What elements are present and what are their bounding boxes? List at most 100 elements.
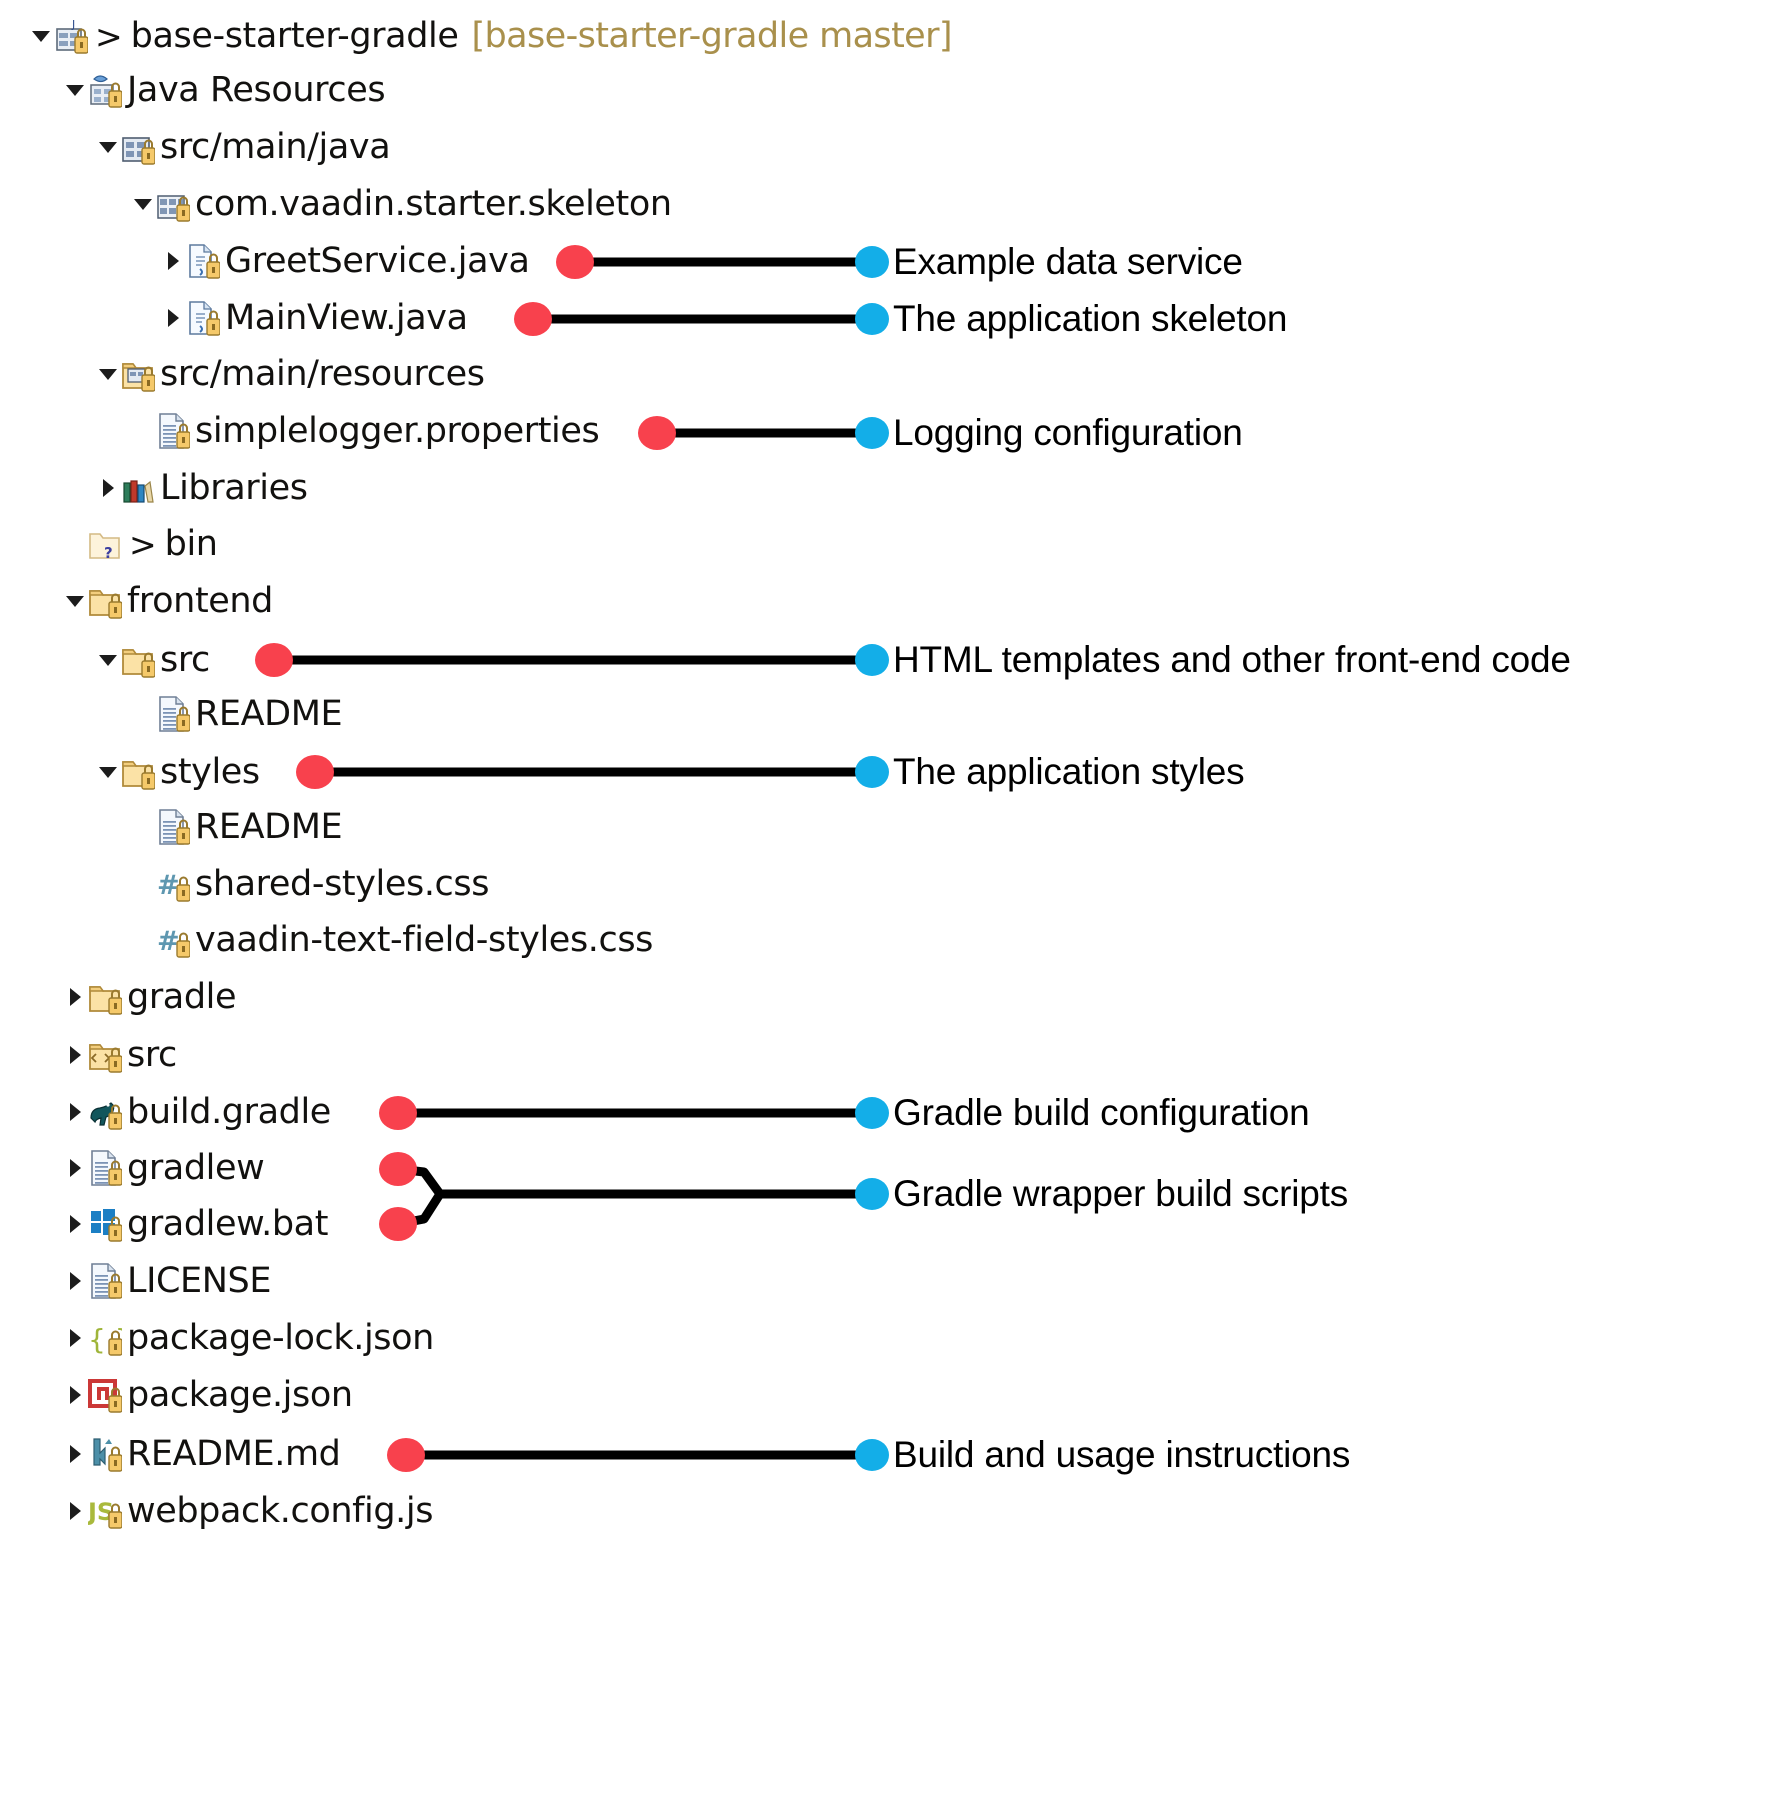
tree-row[interactable]: gradle: [62, 969, 237, 1025]
java-file-icon: [186, 242, 220, 280]
expand-arrow-placeholder: [130, 403, 156, 459]
tree-row[interactable]: MainView.java: [160, 290, 468, 346]
expand-arrow-down-icon[interactable]: [62, 62, 88, 118]
tree-item-label: LICENSE: [127, 1261, 272, 1301]
tree-row[interactable]: frontend: [62, 573, 273, 629]
tree-row[interactable]: simplelogger.properties: [130, 403, 600, 459]
tree-item-label: GreetService.java: [225, 241, 530, 281]
tree-item-label: gradlew: [127, 1148, 265, 1188]
bat-file-icon: [88, 1205, 122, 1243]
svg-text:#: #: [157, 870, 180, 901]
expand-arrow-right-icon[interactable]: [160, 290, 186, 346]
folder-icon: [121, 753, 155, 791]
css-file-icon: #: [156, 865, 190, 903]
git-branch-label: [base-starter-gradle master]: [471, 16, 952, 56]
expand-arrow-right-icon[interactable]: [95, 460, 121, 516]
tree-item-label: README: [195, 694, 343, 734]
tree-row[interactable]: src/main/java: [95, 119, 391, 175]
tree-item-label: frontend: [127, 581, 273, 621]
resource-folder-icon: [121, 355, 155, 393]
tree-row[interactable]: styles: [95, 744, 260, 800]
tree-row[interactable]: # shared-styles.css: [130, 856, 489, 912]
expand-arrow-right-icon[interactable]: [62, 1483, 88, 1539]
annotation-label-application-styles: The application styles: [893, 751, 1245, 792]
expand-arrow-right-icon[interactable]: [62, 1367, 88, 1423]
source-folder2-icon: [88, 1036, 122, 1074]
tree-item-label: src: [160, 640, 210, 680]
tree-row[interactable]: J > base-starter-gradle [base-starter-gradl…: [28, 8, 953, 64]
java-resources-icon: [88, 71, 122, 109]
svg-text:J: J: [71, 18, 75, 31]
java-file-icon: [186, 299, 220, 337]
tree-row[interactable]: README: [130, 799, 343, 855]
css-file-icon: #: [156, 921, 190, 959]
tree-row[interactable]: LICENSE: [62, 1253, 271, 1309]
expand-arrow-right-icon[interactable]: [62, 1253, 88, 1309]
tree-row[interactable]: com.vaadin.starter.skeleton: [130, 176, 672, 232]
tree-row[interactable]: # vaadin-text-field-styles.css: [130, 912, 653, 968]
tree-item-label: package-lock.json: [127, 1318, 434, 1358]
markdown-file-icon: [88, 1435, 122, 1473]
folder-icon: [121, 641, 155, 679]
tree-row[interactable]: src/main/resources: [95, 346, 485, 402]
expand-arrow-right-icon[interactable]: [62, 1310, 88, 1366]
tree-row[interactable]: src: [95, 632, 210, 688]
expand-arrow-right-icon[interactable]: [62, 1084, 88, 1140]
expand-arrow-placeholder: [130, 856, 156, 912]
annotation-label-gradle-build-config: Gradle build configuration: [893, 1092, 1310, 1133]
expand-arrow-right-icon[interactable]: [62, 1027, 88, 1083]
tree-item-label: webpack.config.js: [127, 1491, 434, 1531]
tree-row[interactable]: Java Resources: [62, 62, 386, 118]
expand-arrow-down-icon[interactable]: [95, 744, 121, 800]
tree-row[interactable]: README: [130, 686, 343, 742]
tree-item-label: vaadin-text-field-styles.css: [195, 920, 654, 960]
tree-item-label: simplelogger.properties: [195, 411, 600, 451]
libraries-icon: [121, 469, 155, 507]
json-file-icon: { }: [88, 1319, 122, 1357]
tree-row[interactable]: { }package-lock.json: [62, 1310, 434, 1366]
tree-row[interactable]: gradlew: [62, 1140, 265, 1196]
annotation-label-build-usage: Build and usage instructions: [893, 1434, 1351, 1475]
tree-item-label: com.vaadin.starter.skeleton: [195, 184, 672, 224]
expand-arrow-down-icon[interactable]: [130, 176, 156, 232]
package-icon: [156, 185, 190, 223]
tree-item-label: Libraries: [160, 468, 308, 508]
tree-item-label: src/main/resources: [160, 354, 485, 394]
expand-arrow-down-icon[interactable]: [95, 119, 121, 175]
expand-arrow-down-icon[interactable]: [95, 632, 121, 688]
text-file-icon: [156, 412, 190, 450]
text-file-icon: [156, 808, 190, 846]
tree-row[interactable]: package.json: [62, 1367, 353, 1423]
tree-item-label: src/main/java: [160, 127, 391, 167]
expand-arrow-right-icon[interactable]: [160, 233, 186, 289]
expand-arrow-placeholder: [62, 516, 88, 572]
expand-arrow-down-icon[interactable]: [28, 8, 54, 64]
tree-row[interactable]: GreetService.java: [160, 233, 530, 289]
tree-row[interactable]: gradlew.bat: [62, 1196, 328, 1252]
tree-item-label: gradlew.bat: [127, 1204, 329, 1244]
svg-text:?: ?: [104, 544, 113, 562]
tree-row[interactable]: src: [62, 1027, 177, 1083]
expand-arrow-down-icon[interactable]: [62, 573, 88, 629]
expand-arrow-down-icon[interactable]: [95, 346, 121, 402]
expand-arrow-right-icon[interactable]: [62, 1426, 88, 1482]
npm-file-icon: [88, 1376, 122, 1414]
expand-arrow-right-icon[interactable]: [62, 1140, 88, 1196]
js-file-icon: JS: [88, 1492, 122, 1530]
tree-row[interactable]: Libraries: [95, 460, 308, 516]
tree-row[interactable]: ? > bin: [62, 516, 218, 572]
java-project-icon: J: [54, 17, 88, 55]
annotation-label-application-skeleton: The application skeleton: [893, 298, 1288, 339]
tree-item-label: src: [127, 1035, 177, 1075]
tree-row[interactable]: build.gradle: [62, 1084, 331, 1140]
tree-item-label: MainView.java: [225, 298, 468, 338]
tree-row[interactable]: JS webpack.config.js: [62, 1483, 433, 1539]
text-file-icon: [156, 695, 190, 733]
expand-arrow-right-icon[interactable]: [62, 1196, 88, 1252]
tree-item-label: README: [195, 807, 343, 847]
tree-item-label: gradle: [127, 977, 237, 1017]
expand-arrow-right-icon[interactable]: [62, 969, 88, 1025]
text-file-icon: [88, 1149, 122, 1187]
tree-row[interactable]: README.md: [62, 1426, 341, 1482]
annotation-label-example-data-service: Example data service: [893, 241, 1243, 282]
